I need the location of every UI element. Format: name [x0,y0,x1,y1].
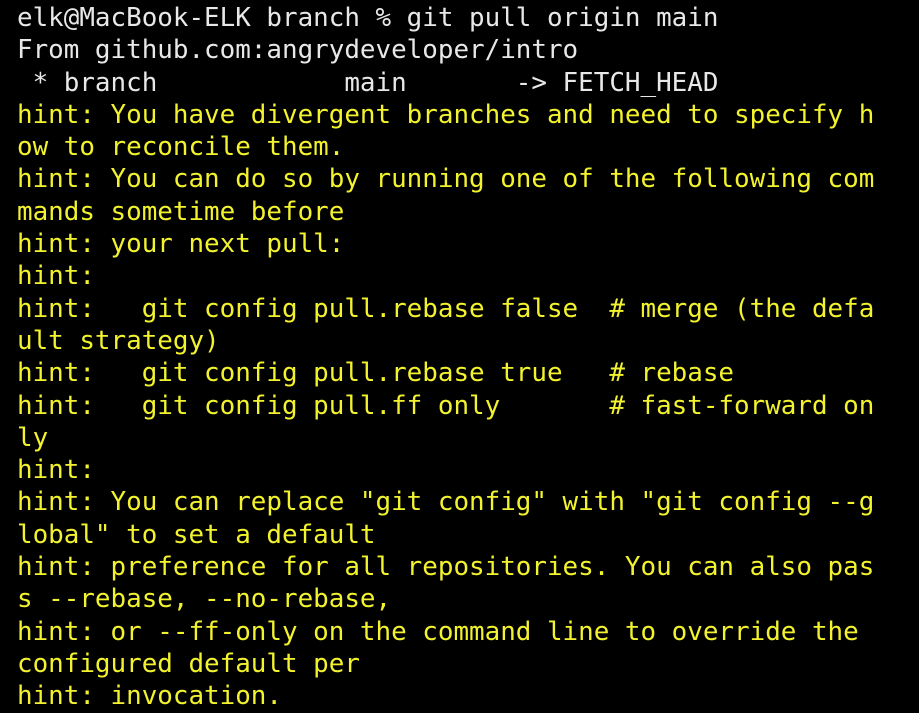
hint-line: hint: git config pull.rebase false # mer… [17,293,875,324]
hint-line: hint: You have divergent branches and ne… [17,99,875,130]
hint-line: mands sometime before [17,196,345,227]
output-line: From github.com:angrydeveloper/intro [17,35,579,66]
output-line: * branch main -> FETCH_HEAD [17,67,719,98]
hint-line: hint: You can replace "git config" with … [17,487,875,518]
hint-line: hint: git config pull.ff only # fast-for… [17,390,875,421]
hint-line: ly [17,422,49,453]
terminal-output[interactable]: elk@MacBook-ELK branch % git pull origin… [0,0,919,713]
hint-line: hint: preference for all repositories. Y… [17,552,875,583]
hint-line: hint: [17,261,95,292]
hint-line: s --rebase, --no-rebase, [17,584,392,615]
hint-line: hint: or --ff-only on the command line t… [17,616,859,647]
hint-line: hint: [17,455,95,486]
hint-line: ult strategy) [17,325,220,356]
hint-line: hint: your next pull: [17,229,345,260]
prompt-command-line: elk@MacBook-ELK branch % git pull origin… [17,3,719,33]
hint-line: ow to reconcile them. [17,132,345,163]
hint-line: configured default per [17,648,360,679]
hint-line: lobal" to set a default [17,519,376,550]
hint-line: hint: git config pull.rebase true # reba… [17,358,735,389]
hint-line: hint: invocation. [17,681,282,712]
hint-line: hint: You can do so by running one of th… [17,164,875,195]
